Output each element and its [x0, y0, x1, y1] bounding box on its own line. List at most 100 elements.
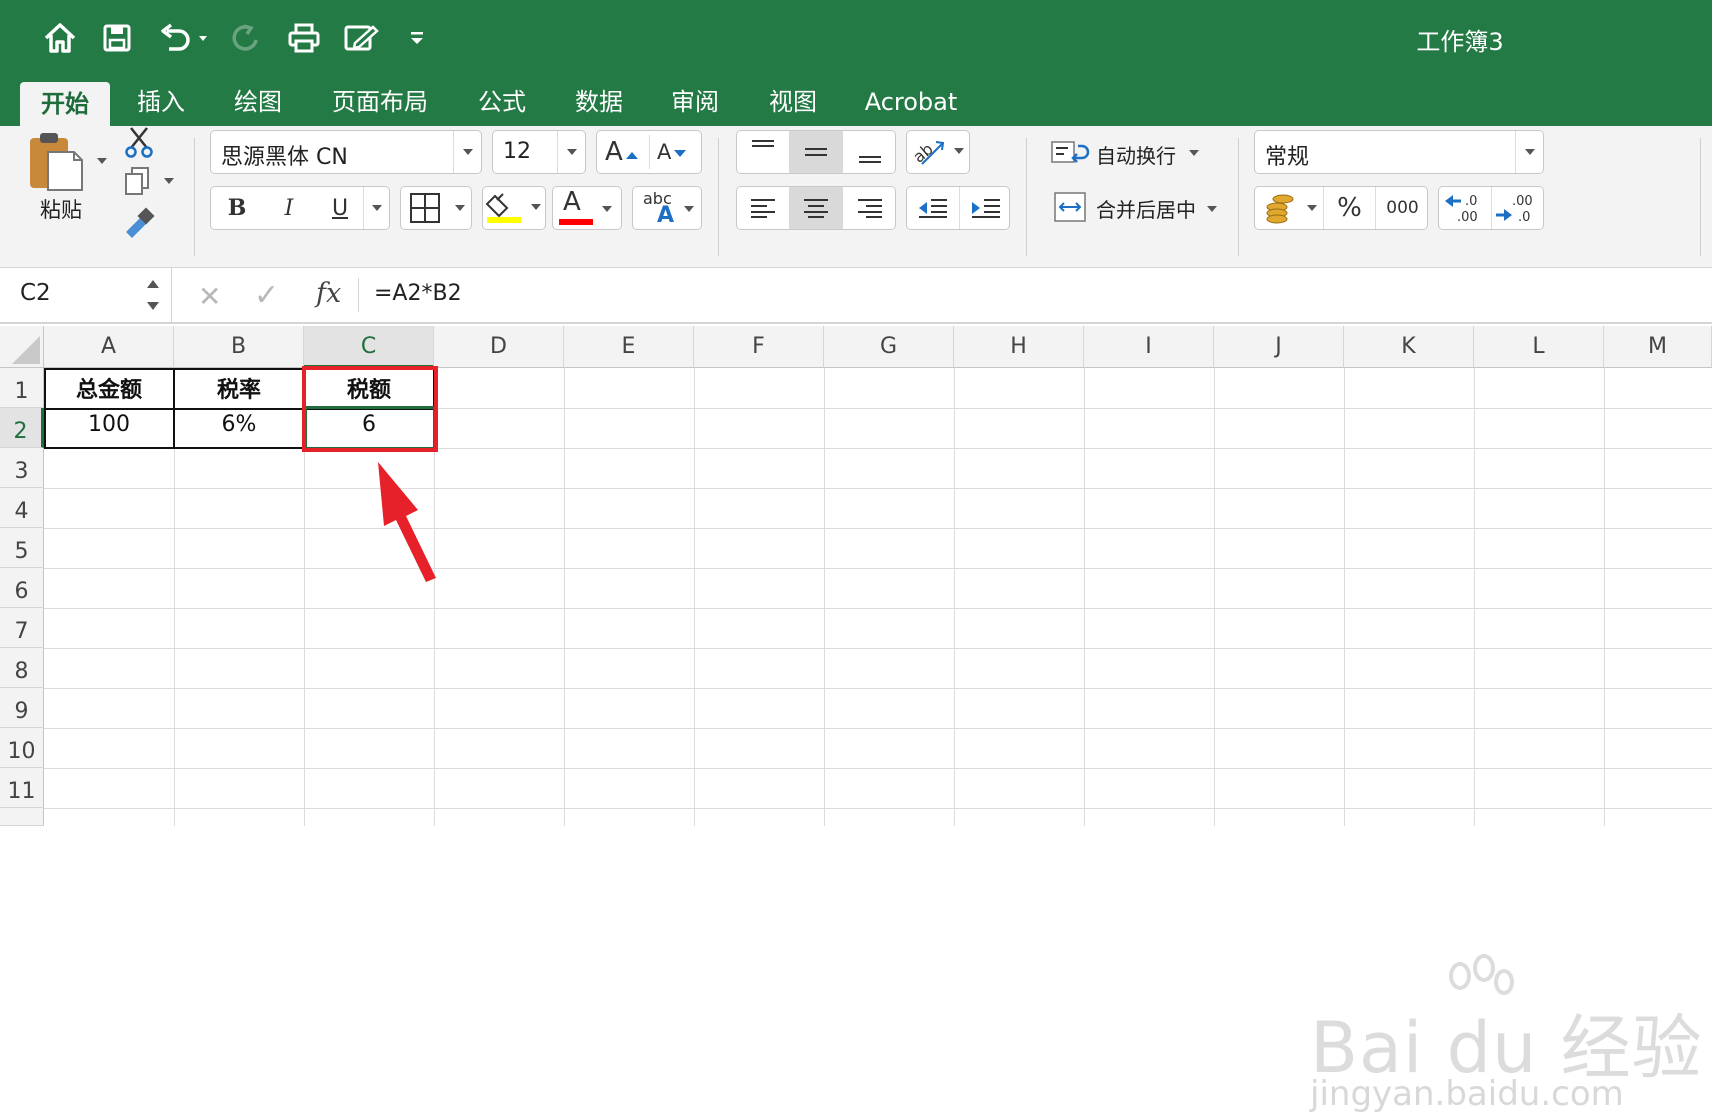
- align-center-icon[interactable]: [789, 187, 843, 229]
- borders-icon: [410, 193, 465, 223]
- tab-page-layout[interactable]: 页面布局: [322, 80, 438, 126]
- confirm-icon[interactable]: ✓: [254, 278, 279, 313]
- cell-b1[interactable]: 税率: [174, 372, 304, 404]
- font-size-dropdown[interactable]: 12: [492, 130, 586, 174]
- edit-icon[interactable]: [342, 18, 380, 58]
- align-left-icon[interactable]: [737, 187, 789, 229]
- accounting-format-button[interactable]: [1255, 187, 1323, 229]
- cell-a1[interactable]: 总金额: [44, 372, 174, 404]
- column-header-l[interactable]: L: [1474, 326, 1604, 368]
- redo-icon[interactable]: [228, 18, 264, 58]
- percent-button[interactable]: %: [1323, 187, 1375, 229]
- gridline: [1604, 368, 1605, 826]
- home-icon[interactable]: [42, 18, 78, 58]
- formula-input[interactable]: =A2*B2: [374, 281, 462, 306]
- customize-icon[interactable]: [406, 18, 428, 58]
- row-header-6[interactable]: 6: [0, 568, 44, 608]
- decrease-decimal-button[interactable]: .00.0: [1491, 187, 1545, 229]
- grow-font-button[interactable]: A A: [596, 130, 702, 174]
- column-header-c[interactable]: C: [304, 326, 434, 368]
- row-header-5[interactable]: 5: [0, 528, 44, 568]
- print-icon[interactable]: [286, 18, 322, 58]
- increase-indent-icon[interactable]: [959, 187, 1011, 229]
- font-name-dropdown[interactable]: 思源黑体 CN: [210, 130, 482, 174]
- name-box-value: C2: [20, 280, 51, 306]
- italic-button[interactable]: I: [263, 196, 315, 221]
- gridline: [954, 368, 955, 826]
- tab-home[interactable]: 开始: [20, 82, 110, 126]
- row-header-8[interactable]: 8: [0, 648, 44, 688]
- column-header-h[interactable]: H: [954, 326, 1084, 368]
- insert-function-icon[interactable]: fx: [316, 278, 341, 309]
- gridline: [1344, 368, 1345, 826]
- select-all-button[interactable]: [0, 326, 44, 368]
- column-header-g[interactable]: G: [824, 326, 954, 368]
- watermark-line2: jingyan.baidu.com: [1310, 1074, 1624, 1114]
- column-header-m[interactable]: M: [1604, 326, 1712, 368]
- cancel-icon[interactable]: ✕: [198, 280, 221, 313]
- undo-icon[interactable]: [156, 18, 212, 58]
- fill-color-button[interactable]: [482, 186, 546, 230]
- column-header-k[interactable]: K: [1344, 326, 1474, 368]
- row-header-4[interactable]: 4: [0, 488, 44, 528]
- worksheet-grid[interactable]: A B C D E F G H I J K L M 1 2 3 4 5 6 7 …: [0, 326, 1712, 1114]
- font-color-icon: A: [563, 187, 581, 217]
- row-header-3[interactable]: 3: [0, 448, 44, 488]
- ribbon-separator: [1026, 138, 1027, 256]
- tab-acrobat[interactable]: Acrobat: [858, 80, 964, 126]
- align-middle-icon[interactable]: [789, 131, 843, 173]
- phonetic-button[interactable]: abc A: [632, 186, 702, 230]
- column-header-b[interactable]: B: [174, 326, 304, 368]
- column-header-d[interactable]: D: [434, 326, 564, 368]
- borders-button[interactable]: [400, 186, 472, 230]
- comma-style-button[interactable]: 000: [1375, 187, 1429, 229]
- format-painter-icon[interactable]: [122, 206, 156, 240]
- column-header-f[interactable]: F: [694, 326, 824, 368]
- chevron-down-icon: [1515, 131, 1543, 173]
- merge-center-button[interactable]: 合并后居中: [1050, 190, 1230, 226]
- tab-insert[interactable]: 插入: [128, 80, 194, 126]
- align-right-icon[interactable]: [843, 187, 897, 229]
- column-header-e[interactable]: E: [564, 326, 694, 368]
- name-box[interactable]: C2: [0, 268, 172, 322]
- wrap-text-button[interactable]: 自动换行: [1050, 136, 1210, 170]
- number-format-dropdown[interactable]: 常规: [1254, 130, 1544, 174]
- column-header-j[interactable]: J: [1214, 326, 1344, 368]
- column-header-a[interactable]: A: [44, 326, 174, 368]
- align-bottom-icon[interactable]: [843, 131, 897, 173]
- row-header-12[interactable]: [0, 808, 44, 826]
- underline-button[interactable]: U: [315, 196, 365, 221]
- gridline: [44, 608, 1712, 609]
- font-color-button[interactable]: A: [552, 186, 622, 230]
- cut-icon[interactable]: [124, 126, 154, 160]
- align-top-icon[interactable]: [737, 131, 789, 173]
- bold-button[interactable]: B: [211, 195, 263, 221]
- chevron-down-icon[interactable]: [363, 187, 389, 229]
- tab-draw[interactable]: 绘图: [224, 80, 292, 126]
- copy-icon[interactable]: [124, 166, 184, 200]
- merge-center-label: 合并后居中: [1096, 198, 1196, 222]
- cell-b2[interactable]: 6%: [174, 412, 304, 437]
- merge-center-icon: [1054, 192, 1086, 222]
- column-header-i[interactable]: I: [1084, 326, 1214, 368]
- orientation-button[interactable]: ab: [906, 130, 970, 174]
- tab-review[interactable]: 审阅: [662, 80, 728, 126]
- row-header-7[interactable]: 7: [0, 608, 44, 648]
- decimal-group: .0.00 .00.0: [1438, 186, 1544, 230]
- title-bar: 工作簿3 开始 插入 绘图 页面布局 公式 数据 审阅 视图 Acrobat: [0, 0, 1712, 126]
- gridline: [44, 648, 1712, 649]
- increase-decimal-button[interactable]: .0.00: [1439, 187, 1491, 229]
- tab-data[interactable]: 数据: [566, 80, 632, 126]
- row-header-11[interactable]: 11: [0, 768, 44, 808]
- name-box-stepper-icon[interactable]: [146, 276, 160, 316]
- cell-a2[interactable]: 100: [44, 412, 174, 437]
- tab-formulas[interactable]: 公式: [470, 80, 534, 126]
- row-header-9[interactable]: 9: [0, 688, 44, 728]
- tab-view[interactable]: 视图: [760, 80, 826, 126]
- row-header-2[interactable]: 2: [0, 408, 44, 448]
- chevron-down-icon: [1207, 206, 1217, 212]
- decrease-indent-icon[interactable]: [907, 187, 959, 229]
- row-header-1[interactable]: 1: [0, 368, 44, 408]
- row-header-10[interactable]: 10: [0, 728, 44, 768]
- save-icon[interactable]: [100, 18, 134, 58]
